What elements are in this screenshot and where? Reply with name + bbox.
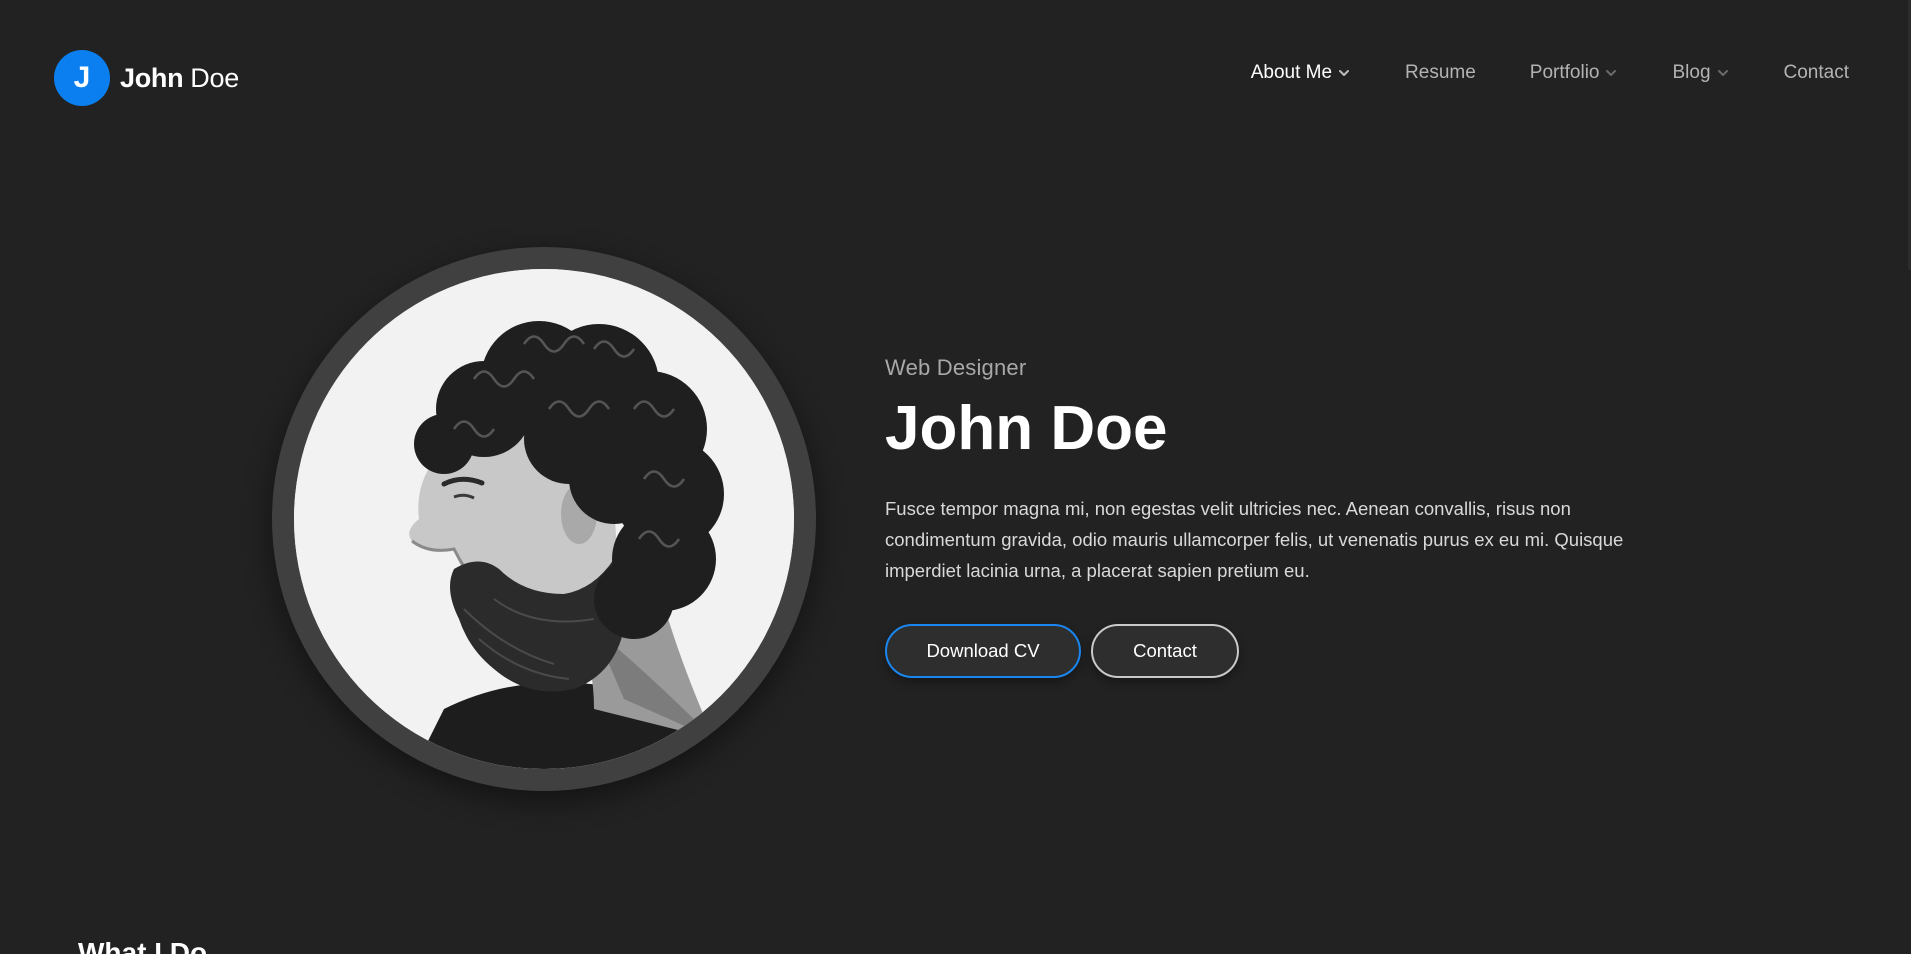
- nav-item-label: Portfolio: [1529, 62, 1600, 83]
- site-header: J John Doe About Me Resume Portfolio Blo…: [0, 0, 1911, 155]
- logo-badge: J: [54, 50, 110, 106]
- nav-item-label: About Me: [1250, 62, 1333, 83]
- hero-text: Web Designer John Doe Fusce tempor magna…: [885, 355, 1645, 679]
- hero-buttons: Download CV Contact: [885, 624, 1645, 679]
- nav-item-resume[interactable]: Resume: [1405, 62, 1476, 84]
- nav-item-contact[interactable]: Contact: [1784, 62, 1849, 84]
- nav-item-about-me[interactable]: About Me: [1251, 62, 1351, 84]
- chevron-down-icon: [1337, 66, 1351, 80]
- hero-description: Fusce tempor magna mi, non egestas velit…: [885, 498, 1624, 582]
- nav-item-portfolio[interactable]: Portfolio: [1530, 62, 1619, 84]
- hero-title: John Doe: [885, 394, 1168, 463]
- avatar-frame: [272, 247, 816, 791]
- site-logo[interactable]: J John Doe: [54, 50, 239, 106]
- nav-item-label: Resume: [1405, 62, 1476, 83]
- download-cv-button[interactable]: Download CV: [885, 624, 1081, 679]
- logo-last-name: Doe: [190, 62, 239, 93]
- contact-button[interactable]: Contact: [1091, 624, 1239, 679]
- section-heading-what-i-do: What I Do: [78, 937, 208, 954]
- profile-photo: [294, 269, 794, 769]
- page: J John Doe About Me Resume Portfolio Blo…: [0, 0, 1911, 954]
- nav-item-blog[interactable]: Blog: [1672, 62, 1729, 84]
- profile-portrait-illustration: [294, 269, 794, 769]
- chevron-down-icon: [1716, 66, 1730, 80]
- main-nav: About Me Resume Portfolio Blog Contact: [1197, 62, 1849, 84]
- logo-first-name: John: [120, 62, 184, 93]
- nav-item-label: Contact: [1783, 62, 1849, 83]
- hero-subtitle: Web Designer: [885, 355, 1027, 380]
- chevron-down-icon: [1604, 66, 1618, 80]
- nav-item-label: Blog: [1672, 62, 1711, 83]
- logo-text: John Doe: [120, 63, 239, 94]
